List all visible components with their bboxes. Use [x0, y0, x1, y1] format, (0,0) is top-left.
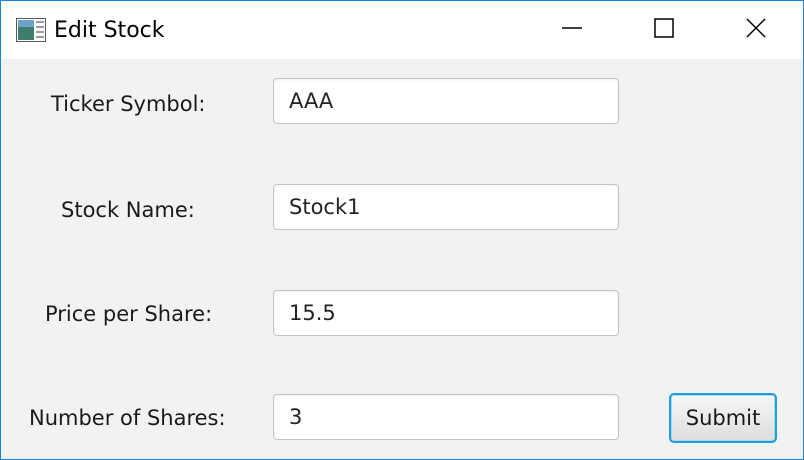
edit-stock-window: Edit Stock Ticker Symbol: AAA Stock Name… [0, 0, 804, 460]
number-of-shares-label: Number of Shares: [29, 406, 226, 430]
minimize-button[interactable] [526, 1, 618, 59]
minimize-icon [561, 17, 583, 43]
ticker-symbol-label: Ticker Symbol: [51, 92, 206, 116]
window-title: Edit Stock [54, 18, 165, 43]
stock-app-icon [16, 18, 46, 42]
title-bar[interactable]: Edit Stock [1, 1, 803, 59]
price-per-share-input[interactable] [273, 290, 619, 336]
price-per-share-label: Price per Share: [45, 302, 213, 326]
close-button[interactable] [710, 1, 802, 59]
number-of-shares-input[interactable] [273, 394, 619, 440]
stock-name-input[interactable] [273, 184, 619, 230]
maximize-button[interactable] [618, 1, 710, 59]
maximize-icon [653, 17, 675, 43]
stock-name-label: Stock Name: [61, 198, 195, 222]
close-icon [745, 17, 767, 43]
ticker-symbol-input[interactable] [273, 78, 619, 124]
submit-button[interactable]: Submit [669, 393, 777, 443]
